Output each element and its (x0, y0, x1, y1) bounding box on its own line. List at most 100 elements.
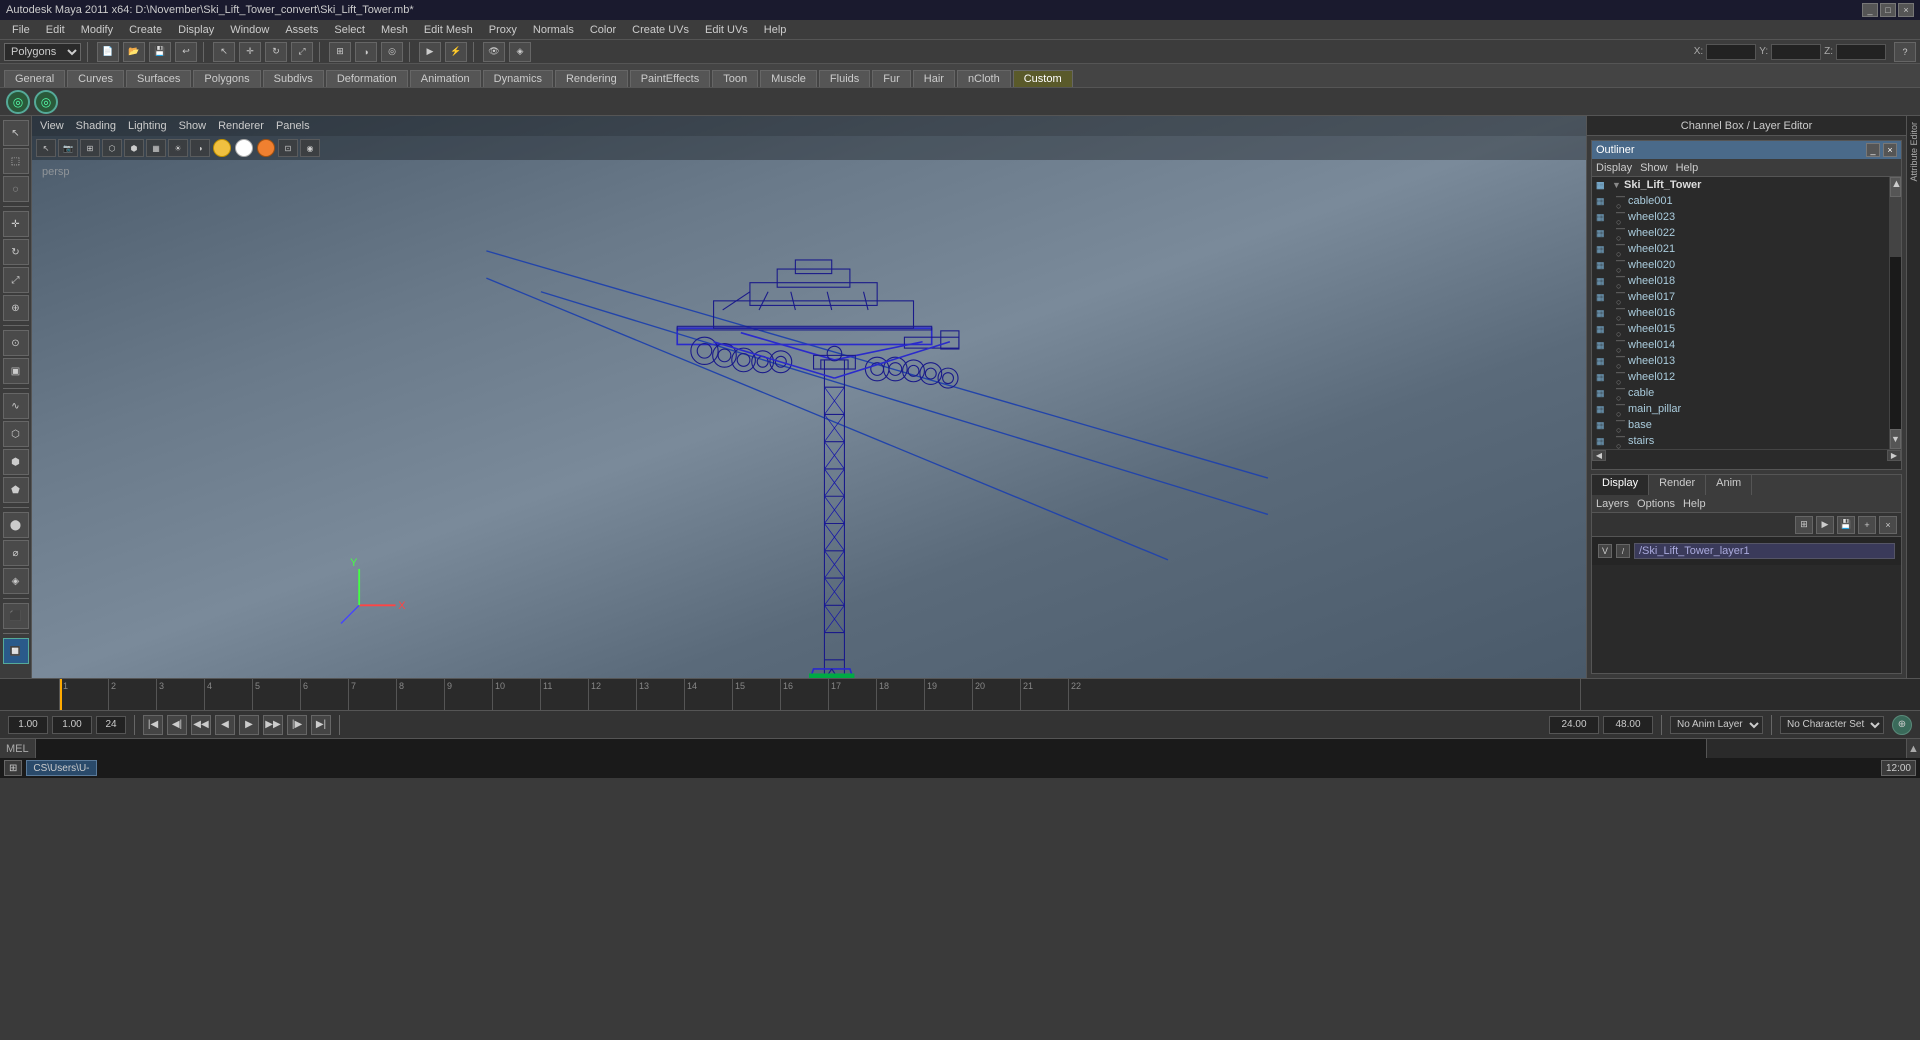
outliner-item-wheel020[interactable]: ▦ —○ wheel020 (1592, 257, 1889, 273)
script-editor-btn[interactable]: ▲ (1906, 739, 1920, 758)
layer-menu-options[interactable]: Options (1637, 498, 1675, 510)
surface-tool-btn[interactable]: ⬡ (3, 421, 29, 447)
menu-color[interactable]: Color (582, 22, 624, 38)
outliner-item-stairs[interactable]: ▦ —○ stairs (1592, 433, 1889, 449)
layer-menu-layers[interactable]: Layers (1596, 498, 1629, 510)
vp-texture-btn[interactable]: ▦ (146, 139, 166, 157)
taskbar-maya-item[interactable]: CS\Users\U- (26, 760, 96, 776)
isolate-btn[interactable]: ◈ (509, 42, 531, 62)
tab-muscle[interactable]: Muscle (760, 70, 817, 87)
scroll-thumb[interactable] (1890, 197, 1901, 257)
sculpt-tool-btn[interactable]: ⬟ (3, 477, 29, 503)
scroll-thumb-up[interactable]: ▲ (1890, 177, 1901, 197)
scroll-thumb-down[interactable]: ▼ (1890, 429, 1901, 449)
camera-btn[interactable]: ⬛ (3, 603, 29, 629)
layer-type-btn[interactable]: / (1616, 544, 1630, 558)
outliner-item-wheel023[interactable]: ▦ —○ wheel023 (1592, 209, 1889, 225)
tab-toon[interactable]: Toon (712, 70, 758, 87)
next-frame-btn[interactable]: |▶ (287, 715, 307, 735)
tab-general[interactable]: General (4, 70, 65, 87)
menu-assets[interactable]: Assets (277, 22, 326, 38)
menu-normals[interactable]: Normals (525, 22, 582, 38)
menu-window[interactable]: Window (222, 22, 277, 38)
sync-btn-1[interactable]: ◎ (6, 90, 30, 114)
maximize-button[interactable]: □ (1880, 3, 1896, 17)
cmd-lang-label[interactable]: MEL (0, 739, 36, 758)
menu-modify[interactable]: Modify (73, 22, 121, 38)
menu-proxy[interactable]: Proxy (481, 22, 525, 38)
layer-tab-render[interactable]: Render (1649, 475, 1706, 495)
tab-fur[interactable]: Fur (872, 70, 911, 87)
layer-new-btn[interactable]: ⊞ (1795, 516, 1813, 534)
render-view-btn[interactable]: 🔲 (3, 638, 29, 664)
show-hide-btn[interactable]: 👁 (483, 42, 505, 62)
new-scene-btn[interactable]: 📄 (97, 42, 119, 62)
scale-btn[interactable]: ⤢ (3, 267, 29, 293)
tab-curves[interactable]: Curves (67, 70, 124, 87)
menu-edit-uvs[interactable]: Edit UVs (697, 22, 756, 38)
layer-save-btn[interactable]: 💾 (1837, 516, 1855, 534)
menu-edit[interactable]: Edit (38, 22, 73, 38)
outliner-item-cable001[interactable]: ▦ —○ cable001 (1592, 193, 1889, 209)
scroll-right-btn[interactable]: ▶ (1887, 450, 1901, 461)
tab-subdivs[interactable]: Subdivs (263, 70, 324, 87)
select-tool-btn[interactable]: ↖ (213, 42, 235, 62)
outliner-item-cable[interactable]: ▦ —○ cable (1592, 385, 1889, 401)
universal-manip-btn[interactable]: ⊕ (3, 295, 29, 321)
layer-menu-help[interactable]: Help (1683, 498, 1706, 510)
scroll-left-btn[interactable]: ◀ (1592, 450, 1606, 461)
polygon-tool-btn[interactable]: ⬢ (3, 449, 29, 475)
timeline-ruler[interactable]: 1 2 3 4 5 6 7 8 9 10 11 12 13 14 15 16 1… (60, 679, 1580, 711)
layer-visibility-btn[interactable]: V (1598, 544, 1612, 558)
vp-menu-shading[interactable]: Shading (76, 120, 116, 132)
outliner-minimize-btn[interactable]: _ (1866, 143, 1880, 157)
layer-tab-display[interactable]: Display (1592, 475, 1649, 495)
vp-camera-btn[interactable]: 📷 (58, 139, 78, 157)
tab-rendering[interactable]: Rendering (555, 70, 628, 87)
y-coord-input[interactable] (1771, 44, 1821, 60)
outliner-scrollbar[interactable]: ▲ ▼ (1889, 177, 1901, 449)
tab-hair[interactable]: Hair (913, 70, 955, 87)
tab-custom[interactable]: Custom (1013, 70, 1073, 87)
layer-render-btn[interactable]: ▶ (1816, 516, 1834, 534)
snap-point-btn[interactable]: ◎ (381, 42, 403, 62)
select-mode-btn[interactable]: ↖ (3, 120, 29, 146)
start-frame-field[interactable] (8, 716, 48, 734)
outliner-item-root[interactable]: ▦ ▼ Ski_Lift_Tower (1592, 177, 1889, 193)
play-back-btn[interactable]: ◀ (215, 715, 235, 735)
vp-select-btn[interactable]: ↖ (36, 139, 56, 157)
outliner-item-wheel021[interactable]: ▦ —○ wheel021 (1592, 241, 1889, 257)
play-fwd-btn[interactable]: ▶ (239, 715, 259, 735)
outliner-hscrollbar[interactable]: ◀ ▶ (1592, 449, 1901, 461)
move-tool-btn[interactable]: ✛ (239, 42, 261, 62)
prev-key-btn[interactable]: ◀◀ (191, 715, 211, 735)
rotate-btn[interactable]: ↻ (3, 239, 29, 265)
joint-tool-btn[interactable]: ⬤ (3, 512, 29, 538)
outliner-item-wheel015[interactable]: ▦ —○ wheel015 (1592, 321, 1889, 337)
layer-name-field[interactable]: /Ski_Lift_Tower_layer1 (1634, 543, 1895, 559)
vp-menu-show[interactable]: Show (179, 120, 207, 132)
command-input[interactable] (36, 739, 1706, 758)
menu-create[interactable]: Create (121, 22, 170, 38)
scale-tool-btn[interactable]: ⤢ (291, 42, 313, 62)
vp-light-btn[interactable]: ☀ (168, 139, 188, 157)
no-char-set-select[interactable]: No Character Set (1780, 716, 1884, 734)
vp-light-yellow[interactable] (213, 139, 231, 157)
next-key-btn[interactable]: ▶▶ (263, 715, 283, 735)
menu-display[interactable]: Display (170, 22, 222, 38)
vp-menu-view[interactable]: View (40, 120, 64, 132)
curve-tool-btn[interactable]: ∿ (3, 393, 29, 419)
paint-select-btn[interactable]: ⬚ (3, 148, 29, 174)
render-btn[interactable]: ▶ (419, 42, 441, 62)
menu-help[interactable]: Help (756, 22, 795, 38)
no-anim-layer-select[interactable]: No Anim Layer (1670, 716, 1763, 734)
layer-tab-anim[interactable]: Anim (1706, 475, 1752, 495)
outliner-item-wheel018[interactable]: ▦ —○ wheel018 (1592, 273, 1889, 289)
outliner-menu-show[interactable]: Show (1640, 162, 1668, 174)
show-manip-btn[interactable]: ▣ (3, 358, 29, 384)
tab-dynamics[interactable]: Dynamics (483, 70, 553, 87)
vp-menu-lighting[interactable]: Lighting (128, 120, 167, 132)
outliner-item-wheel013[interactable]: ▦ —○ wheel013 (1592, 353, 1889, 369)
soft-select-btn[interactable]: ⊙ (3, 330, 29, 356)
menu-mesh[interactable]: Mesh (373, 22, 416, 38)
